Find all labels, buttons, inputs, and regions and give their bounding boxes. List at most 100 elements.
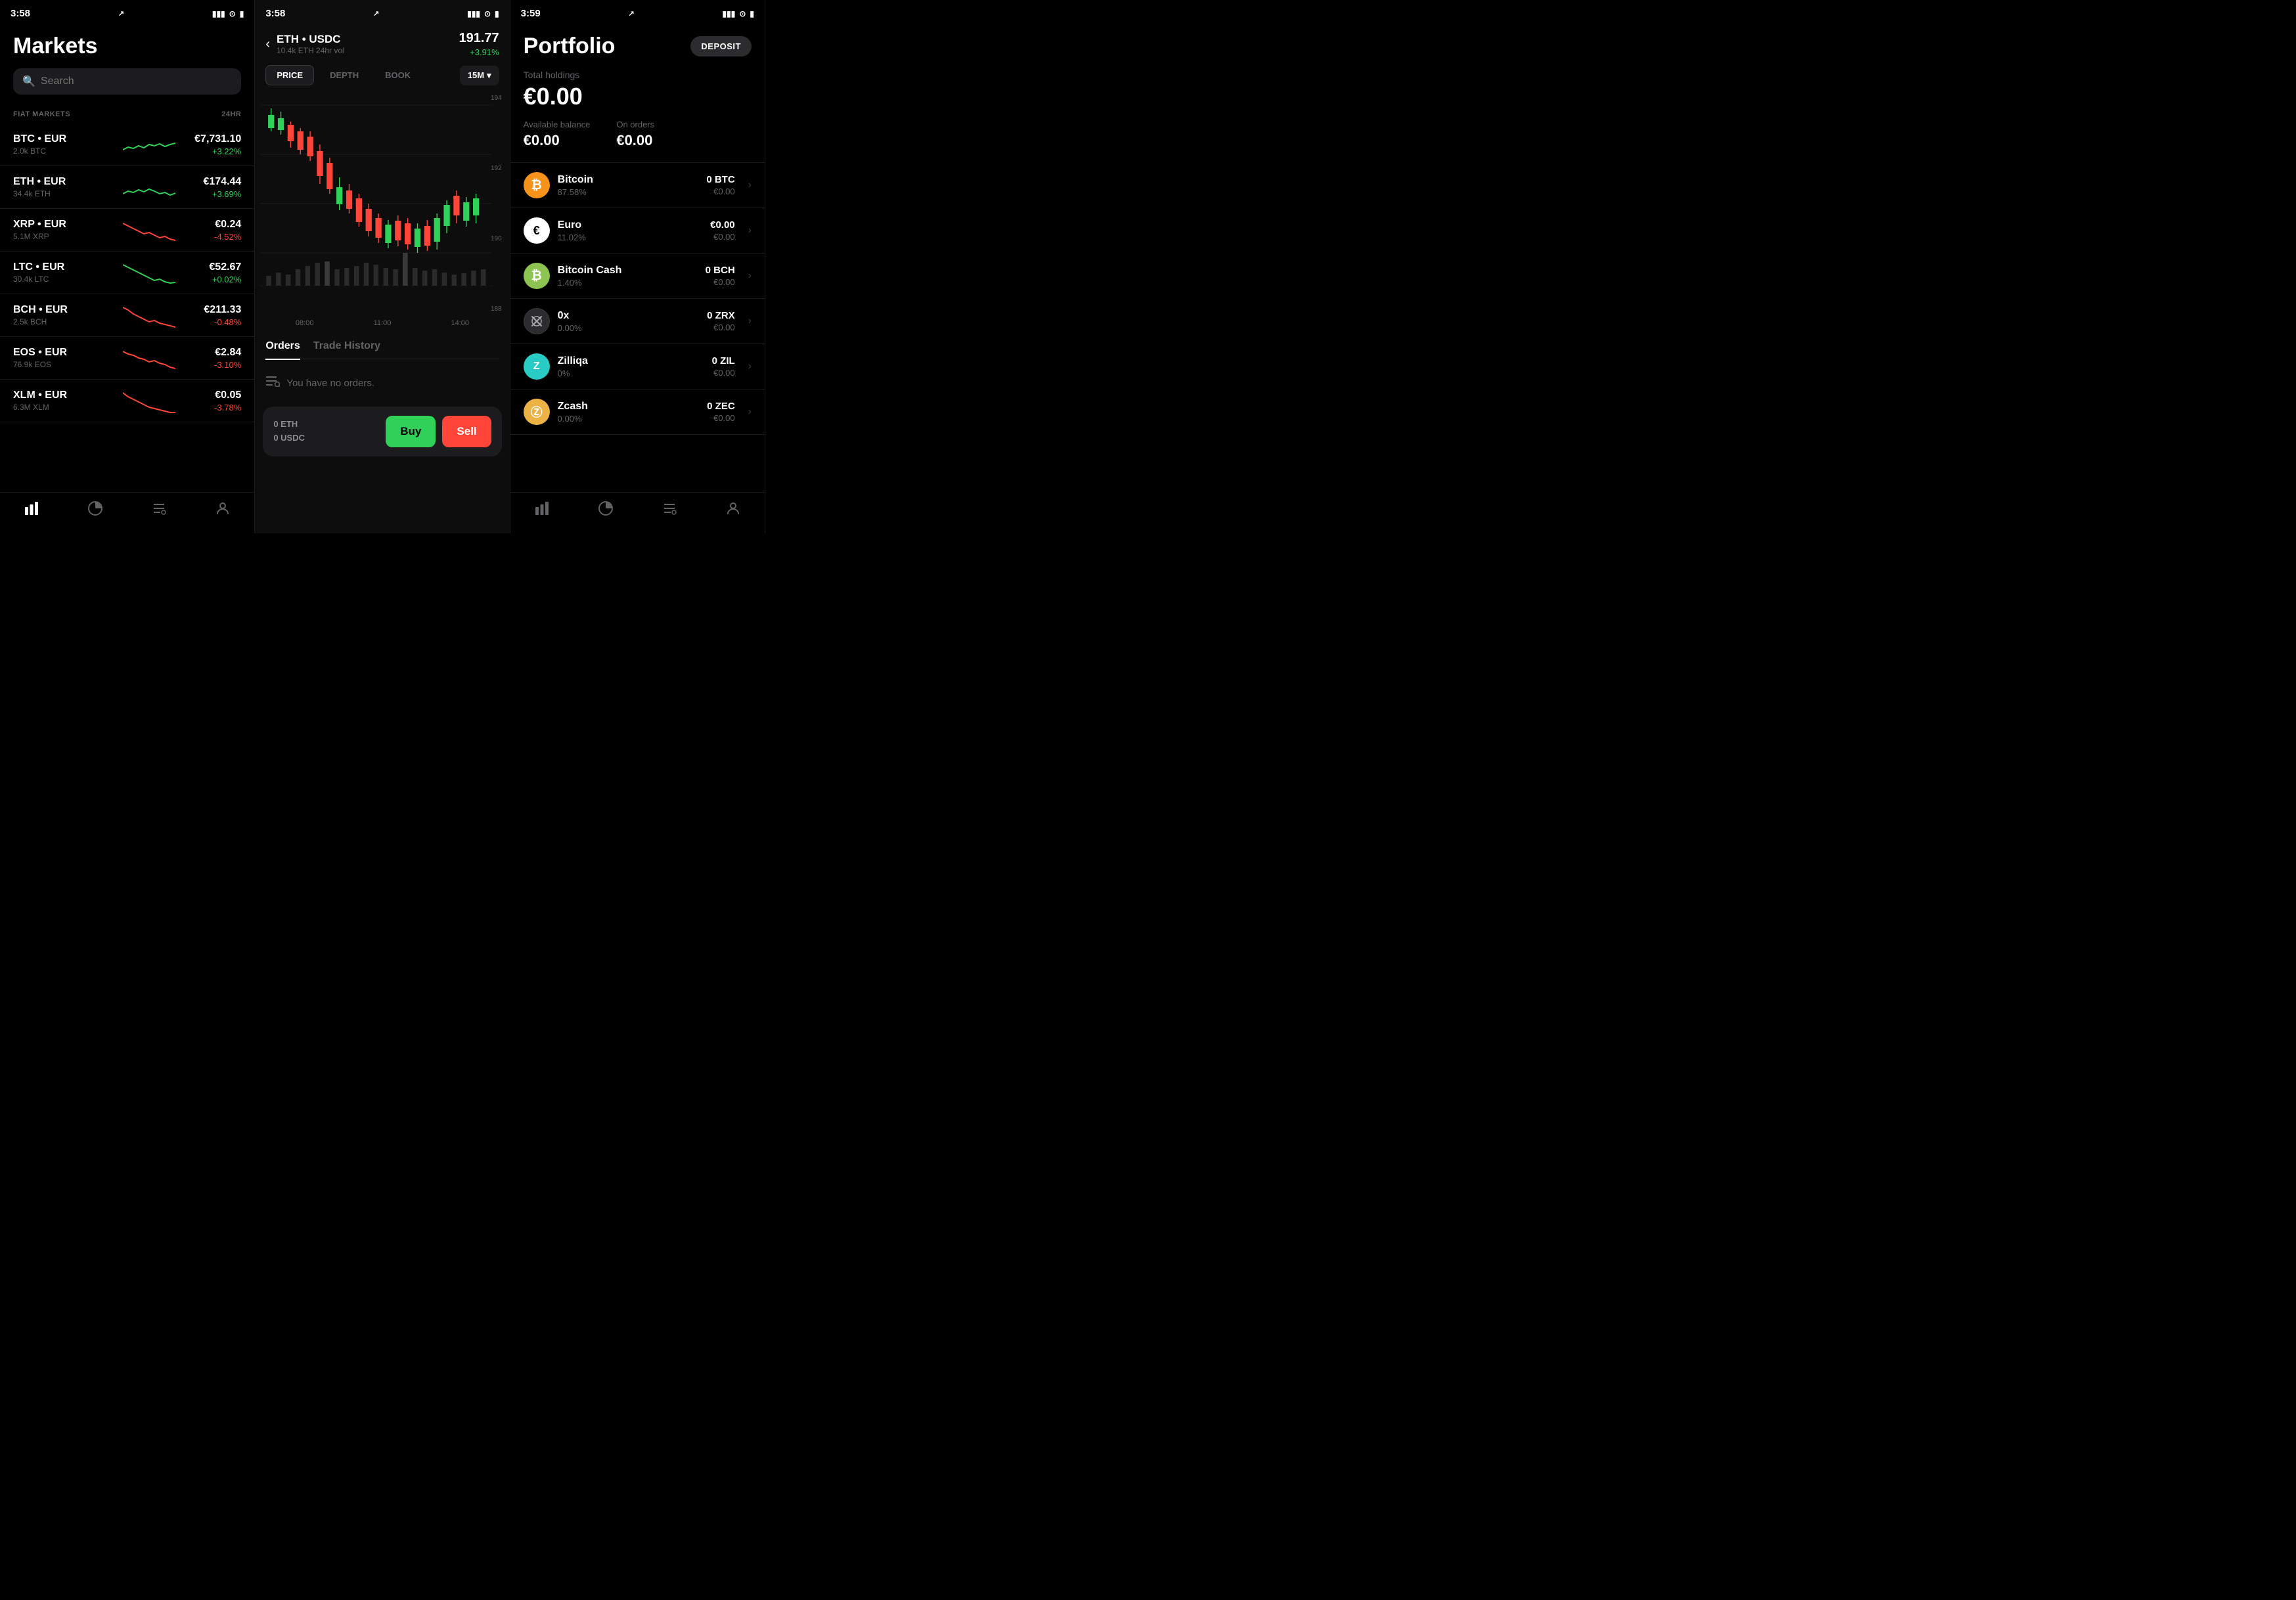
euro-balance: €0.00 €0.00	[710, 219, 735, 242]
zrx-balance: 0 ZRX €0.00	[707, 310, 735, 332]
asset-item-euro[interactable]: € Euro 11.02% €0.00 €0.00 ›	[510, 208, 765, 254]
bottom-nav-markets	[0, 492, 254, 533]
zec-chevron-icon: ›	[748, 406, 752, 418]
chart-pair-info: ETH • USDC 10.4k ETH 24hr vol	[277, 33, 452, 55]
zec-balance: 0 ZEC €0.00	[707, 401, 735, 423]
market-price-info-xrpeur: €0.24 -4.52%	[182, 219, 241, 242]
status-arrow-portfolio: ↗	[628, 9, 634, 18]
no-orders-text: You have no orders.	[286, 378, 374, 389]
buy-button[interactable]: Buy	[386, 416, 436, 447]
zil-pct: 0%	[558, 368, 704, 378]
battery-icon-portfolio: ▮	[750, 9, 754, 18]
zil-info: Zilliqa 0%	[558, 355, 704, 378]
asset-item-bitcoin[interactable]: ₿ Bitcoin 87.58% 0 BTC €0.00 ›	[510, 163, 765, 208]
total-holdings-value: €0.00	[510, 80, 765, 120]
market-info-etheur: ETH • EUR 34.4k ETH	[13, 176, 116, 198]
battery-icon-chart: ▮	[495, 9, 499, 18]
asset-item-zrx[interactable]: 0x 0.00% 0 ZRX €0.00 ›	[510, 299, 765, 344]
trade-bar: 0 ETH 0 USDC Buy Sell	[263, 407, 501, 456]
nav-orders-icon[interactable]	[151, 500, 167, 520]
tab-depth[interactable]: DEPTH	[319, 66, 369, 85]
x-label-0800: 08:00	[296, 319, 314, 327]
zil-chevron-icon: ›	[748, 361, 752, 372]
chart-area: 194 192 190 188	[260, 92, 504, 315]
chart-vol: 10.4k ETH 24hr vol	[277, 46, 452, 55]
timeframe-button[interactable]: 15M ▾	[460, 66, 499, 85]
asset-item-bch[interactable]: ₿ Bitcoin Cash 1.40% 0 BCH €0.00 ›	[510, 254, 765, 299]
back-button[interactable]: ‹	[265, 37, 270, 52]
market-change-etheur: +3.69%	[182, 189, 241, 199]
zec-info: Zcash 0.00%	[558, 401, 699, 424]
market-item-xrpeur[interactable]: XRP • EUR 5.1M XRP €0.24 -4.52%	[0, 209, 254, 252]
market-item-xlmeur[interactable]: XLM • EUR 6.3M XLM €0.05 -3.78%	[0, 380, 254, 422]
orders-tab-history[interactable]: Trade History	[313, 340, 380, 352]
market-item-btceur[interactable]: BTC • EUR 2.0k BTC €7,731.10 +3.22%	[0, 123, 254, 166]
bitcoin-amount: 0 BTC	[706, 174, 734, 185]
search-bar[interactable]: 🔍	[13, 68, 241, 95]
markets-panel: 3:58 ↗ ▮▮▮ ⊙ ▮ Markets 🔍 FIAT MARKETS 24…	[0, 0, 255, 533]
orders-tab-orders[interactable]: Orders	[265, 340, 300, 360]
euro-chevron-icon: ›	[748, 225, 752, 236]
status-bar-portfolio: 3:59 ↗ ▮▮▮ ⊙ ▮	[510, 0, 765, 23]
market-item-bcheur[interactable]: BCH • EUR 2.5k BCH €211.33 -0.48%	[0, 294, 254, 337]
nav-profile-portfolio[interactable]	[725, 500, 741, 520]
market-change-bcheur: -0.48%	[182, 317, 241, 327]
sparkline-bcheur	[123, 302, 175, 328]
deposit-button[interactable]: DEPOSIT	[690, 36, 752, 56]
market-pair-xrpeur: XRP • EUR	[13, 219, 116, 231]
signal-icon-chart: ▮▮▮	[467, 9, 480, 18]
market-info-xlmeur: XLM • EUR 6.3M XLM	[13, 389, 116, 412]
chart-panel: 3:58 ↗ ▮▮▮ ⊙ ▮ ‹ ETH • USDC 10.4k ETH 24…	[255, 0, 510, 533]
nav-markets-portfolio[interactable]	[534, 500, 550, 520]
status-icons-markets: ▮▮▮ ⊙ ▮	[212, 9, 244, 18]
sparkline-btceur	[123, 131, 175, 158]
bch-chevron-icon: ›	[748, 270, 752, 282]
market-item-etheur[interactable]: ETH • EUR 34.4k ETH €174.44 +3.69%	[0, 166, 254, 209]
sparkline-ltceur	[123, 259, 175, 286]
wifi-icon-portfolio: ⊙	[739, 9, 746, 18]
asset-item-zil[interactable]: Z Zilliqa 0% 0 ZIL €0.00 ›	[510, 344, 765, 389]
nav-markets-icon[interactable]	[24, 500, 39, 520]
zil-balance: 0 ZIL €0.00	[712, 355, 735, 378]
market-price-info-eoseur: €2.84 -3.10%	[182, 347, 241, 370]
zec-eur: €0.00	[707, 413, 735, 423]
market-price-info-ltceur: €52.67 +0.02%	[182, 261, 241, 284]
timeframe-label: 15M	[468, 70, 484, 80]
bch-balance: 0 BCH €0.00	[706, 265, 735, 287]
no-orders-icon	[265, 375, 280, 391]
x-label-1100: 11:00	[374, 319, 392, 327]
sell-button[interactable]: Sell	[442, 416, 491, 447]
search-input[interactable]	[41, 76, 232, 87]
market-info-bcheur: BCH • EUR 2.5k BCH	[13, 304, 116, 326]
market-info-btceur: BTC • EUR 2.0k BTC	[13, 133, 116, 156]
market-change-xrpeur: -4.52%	[182, 232, 241, 242]
zrx-pct: 0.00%	[558, 323, 699, 333]
zil-name: Zilliqa	[558, 355, 704, 367]
market-item-eoseur[interactable]: EOS • EUR 76.9k EOS €2.84 -3.10%	[0, 337, 254, 380]
nav-profile-icon[interactable]	[215, 500, 231, 520]
market-item-ltceur[interactable]: LTC • EUR 30.4k LTC €52.67 +0.02%	[0, 252, 254, 294]
market-list: BTC • EUR 2.0k BTC €7,731.10 +3.22% ETH …	[0, 123, 254, 422]
bottom-nav-portfolio	[510, 492, 765, 533]
bch-icon: ₿	[524, 263, 550, 289]
tab-price[interactable]: PRICE	[265, 65, 314, 85]
status-icons-chart: ▮▮▮ ⊙ ▮	[467, 9, 499, 18]
tab-book[interactable]: BOOK	[374, 66, 421, 85]
zrx-icon	[524, 308, 550, 334]
bitcoin-icon: ₿	[524, 172, 550, 198]
bch-eur: €0.00	[706, 277, 735, 287]
nav-orders-portfolio[interactable]	[662, 500, 677, 520]
market-info-xrpeur: XRP • EUR 5.1M XRP	[13, 219, 116, 241]
portfolio-panel: 3:59 ↗ ▮▮▮ ⊙ ▮ Portfolio DEPOSIT Total h…	[510, 0, 765, 533]
nav-portfolio-portfolio[interactable]	[598, 500, 614, 520]
bitcoin-balance: 0 BTC €0.00	[706, 174, 734, 196]
bitcoin-name: Bitcoin	[558, 174, 699, 186]
market-price-info-btceur: €7,731.10 +3.22%	[182, 133, 241, 156]
zec-name: Zcash	[558, 401, 699, 412]
nav-portfolio-icon[interactable]	[87, 500, 103, 520]
market-vol-xlmeur: 6.3M XLM	[13, 403, 116, 412]
status-time-chart: 3:58	[265, 8, 285, 19]
asset-item-zec[interactable]: Ⓩ Zcash 0.00% 0 ZEC €0.00 ›	[510, 389, 765, 435]
market-vol-bcheur: 2.5k BCH	[13, 317, 116, 326]
euro-icon: €	[524, 217, 550, 244]
